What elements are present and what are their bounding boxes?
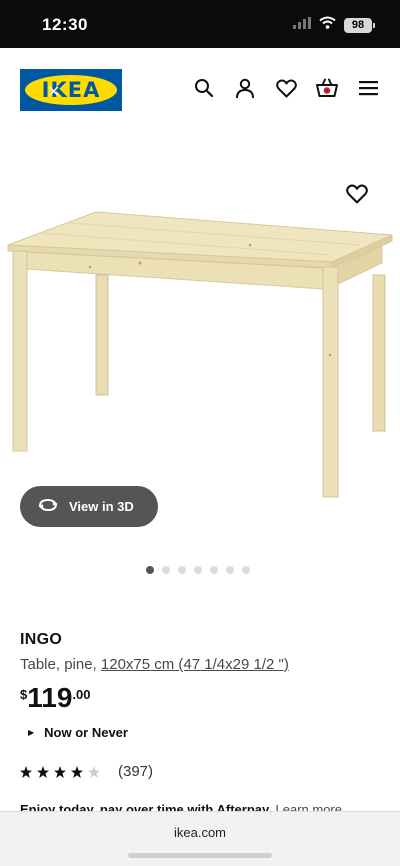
view-in-3d-button[interactable]: View in 3D: [20, 486, 158, 527]
signal-icon: [293, 16, 311, 34]
carousel-dot[interactable]: [226, 566, 234, 574]
now-or-never-tag[interactable]: ▶ Now or Never: [28, 725, 128, 740]
heart-icon[interactable]: [274, 76, 298, 100]
status-time: 12:30: [42, 15, 88, 34]
header-icons: [192, 76, 380, 100]
product-image-gallery[interactable]: View in 3D: [0, 150, 400, 580]
carousel-dot[interactable]: [146, 566, 154, 574]
rating-count: (397): [118, 763, 154, 780]
menu-icon[interactable]: [356, 76, 380, 100]
site-header: IKEA ✕: [0, 48, 400, 132]
carousel-dot[interactable]: [178, 566, 186, 574]
status-bar: 12:30 98: [0, 0, 400, 48]
carousel-dot[interactable]: [162, 566, 170, 574]
battery-icon: 98: [344, 17, 375, 33]
status-icons: 98: [293, 16, 375, 34]
ikea-logo[interactable]: IKEA ✕: [20, 69, 122, 111]
wifi-icon: [319, 16, 336, 34]
product-name: INGO: [20, 631, 63, 648]
caret-right-icon: ▶: [28, 728, 35, 737]
carousel-dot[interactable]: [242, 566, 250, 574]
price-cents: .00: [72, 687, 91, 702]
price-currency: $: [20, 687, 28, 702]
now-or-never-label: Now or Never: [44, 725, 128, 740]
product-description: Table, pine, 120x75 cm (47 1/4x29 1/2 "): [20, 656, 289, 673]
view-in-3d-label: View in 3D: [69, 499, 134, 514]
search-icon[interactable]: [192, 76, 216, 100]
product-price: $ 119 .00: [20, 683, 90, 713]
logo-oval: IKEA: [25, 75, 117, 105]
browser-url-bar[interactable]: ikea.com: [0, 811, 400, 866]
rating-stars: [20, 765, 106, 779]
product-type: Table, pine,: [20, 656, 101, 673]
carousel-dots: [146, 566, 250, 574]
price-whole: 119: [27, 682, 73, 713]
carousel-dot[interactable]: [210, 566, 218, 574]
product-image: [7, 211, 393, 498]
product-rating[interactable]: (397): [20, 763, 153, 780]
profile-icon[interactable]: [233, 76, 257, 100]
star-icons: [20, 765, 100, 778]
url-text[interactable]: ikea.com: [0, 825, 400, 840]
shopping-bag-icon[interactable]: [315, 76, 339, 100]
rotate-3d-icon: [37, 497, 59, 516]
home-indicator: [128, 853, 272, 858]
carousel-dot[interactable]: [194, 566, 202, 574]
product-dimensions-link[interactable]: 120x75 cm (47 1/4x29 1/2 "): [101, 656, 289, 673]
close-icon[interactable]: ✕: [47, 85, 60, 101]
